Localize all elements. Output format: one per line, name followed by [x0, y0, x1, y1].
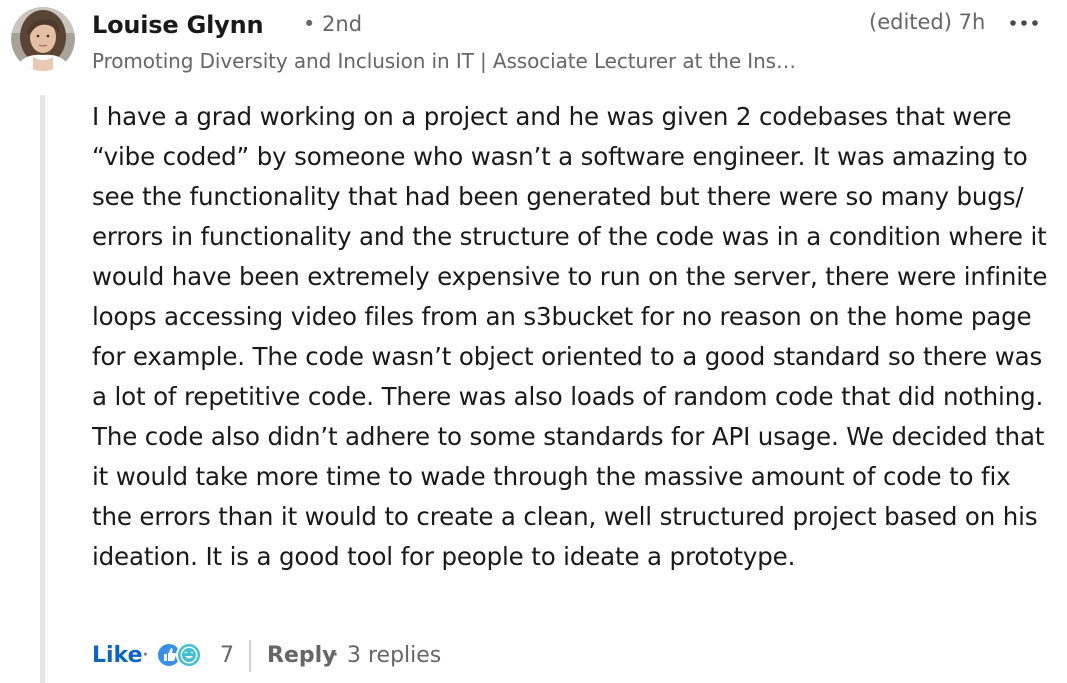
separator: · — [142, 643, 149, 668]
reaction-icons — [156, 642, 202, 668]
reply-button[interactable]: Reply — [267, 643, 337, 668]
avatar[interactable] — [11, 7, 75, 71]
comment-item: Louise Glynn • 2nd Promoting Diversity a… — [0, 0, 1067, 683]
comment-body: I have a grad working on a project and h… — [92, 102, 1055, 571]
thread-line — [40, 95, 45, 683]
funny-reaction-icon — [176, 642, 202, 668]
separator: · — [332, 643, 339, 668]
author-headline[interactable]: Promoting Diversity and Inclusion in IT … — [92, 49, 796, 73]
ellipsis-icon — [1010, 20, 1038, 26]
connection-degree: • 2nd — [303, 12, 363, 36]
reaction-count[interactable]: 7 — [220, 643, 234, 668]
reactions-summary[interactable] — [156, 640, 206, 670]
comment-actions: Like · 7 Reply · 3 replies — [92, 638, 612, 676]
like-button[interactable]: Like — [92, 643, 143, 668]
more-options-button[interactable] — [1006, 8, 1042, 38]
author-name[interactable]: Louise Glynn — [92, 11, 264, 39]
profile-photo — [11, 7, 75, 71]
action-divider — [249, 640, 251, 672]
edited-timestamp: (edited) 7h — [869, 10, 986, 34]
replies-count-link[interactable]: 3 replies — [347, 643, 441, 668]
